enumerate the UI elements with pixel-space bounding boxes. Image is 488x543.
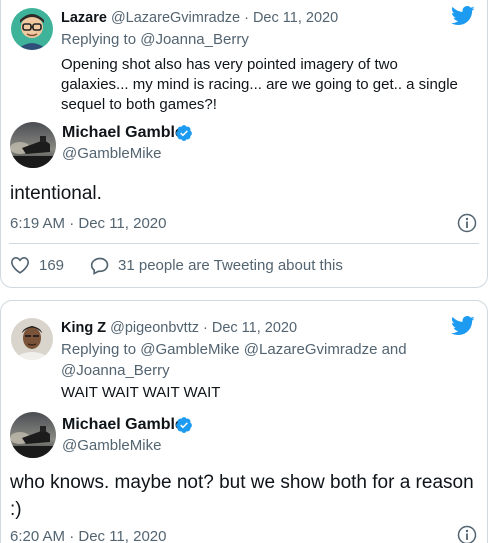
- heart-icon[interactable]: [10, 256, 30, 274]
- author-name[interactable]: Michael Gamble: [62, 416, 184, 434]
- tweet-card-1: Lazare @LazareGvimradze · Dec 11, 2020 R…: [0, 0, 488, 288]
- separator-dot: ·: [244, 10, 249, 26]
- tweet-text-2: who knows. maybe not? but we show both f…: [10, 472, 474, 520]
- michael-gamble-avatar[interactable]: [10, 122, 56, 168]
- author-handle[interactable]: @GambleMike: [62, 437, 161, 454]
- author-name[interactable]: Michael Gamble: [62, 124, 184, 142]
- replying-to-1[interactable]: Replying to @Joanna_Berry: [61, 29, 249, 50]
- like-count[interactable]: 169: [39, 257, 64, 274]
- divider: [9, 243, 479, 244]
- quoted-header-2: King Z @pigeonbvttz · Dec 11, 2020: [61, 320, 297, 336]
- michael-gamble-avatar[interactable]: [10, 412, 56, 458]
- tweet-timestamp-2[interactable]: 6:20 AM · Dec 11, 2020: [10, 528, 166, 543]
- lazare-avatar[interactable]: [11, 8, 53, 50]
- tweet-card-2: King Z @pigeonbvttz · Dec 11, 2020 Reply…: [0, 300, 488, 543]
- verified-badge-icon: [175, 416, 193, 434]
- quoted-date[interactable]: Dec 11, 2020: [253, 10, 338, 26]
- author-handle[interactable]: @GambleMike: [62, 145, 161, 162]
- quoted-tweet-text-1: Opening shot also has very pointed image…: [61, 56, 458, 113]
- verified-badge-icon: [175, 124, 193, 142]
- speech-bubble-icon[interactable]: [90, 256, 110, 276]
- twitter-bird-icon[interactable]: [451, 316, 475, 336]
- quoted-date[interactable]: Dec 11, 2020: [212, 320, 297, 336]
- conversation-link[interactable]: 31 people are Tweeting about this: [118, 257, 343, 274]
- tweet-timestamp-1[interactable]: 6:19 AM · Dec 11, 2020: [10, 215, 166, 232]
- info-icon[interactable]: [457, 213, 477, 233]
- separator-dot: ·: [203, 320, 208, 336]
- quoted-author-handle[interactable]: @LazareGvimradze: [111, 10, 240, 26]
- quoted-header-1: Lazare @LazareGvimradze · Dec 11, 2020: [61, 10, 338, 26]
- quoted-tweet-text-2: WAIT WAIT WAIT WAIT: [61, 384, 221, 401]
- quoted-author-name[interactable]: Lazare: [61, 10, 107, 26]
- replying-to-2[interactable]: Replying to @GambleMike @LazareGvimradze…: [61, 339, 431, 381]
- tweet-text-1: intentional.: [10, 183, 102, 204]
- king-z-avatar[interactable]: [11, 318, 53, 360]
- quoted-author-name[interactable]: King Z: [61, 320, 106, 336]
- twitter-bird-icon[interactable]: [451, 6, 475, 26]
- quoted-author-handle[interactable]: @pigeonbvttz: [110, 320, 199, 336]
- info-icon[interactable]: [457, 525, 477, 543]
